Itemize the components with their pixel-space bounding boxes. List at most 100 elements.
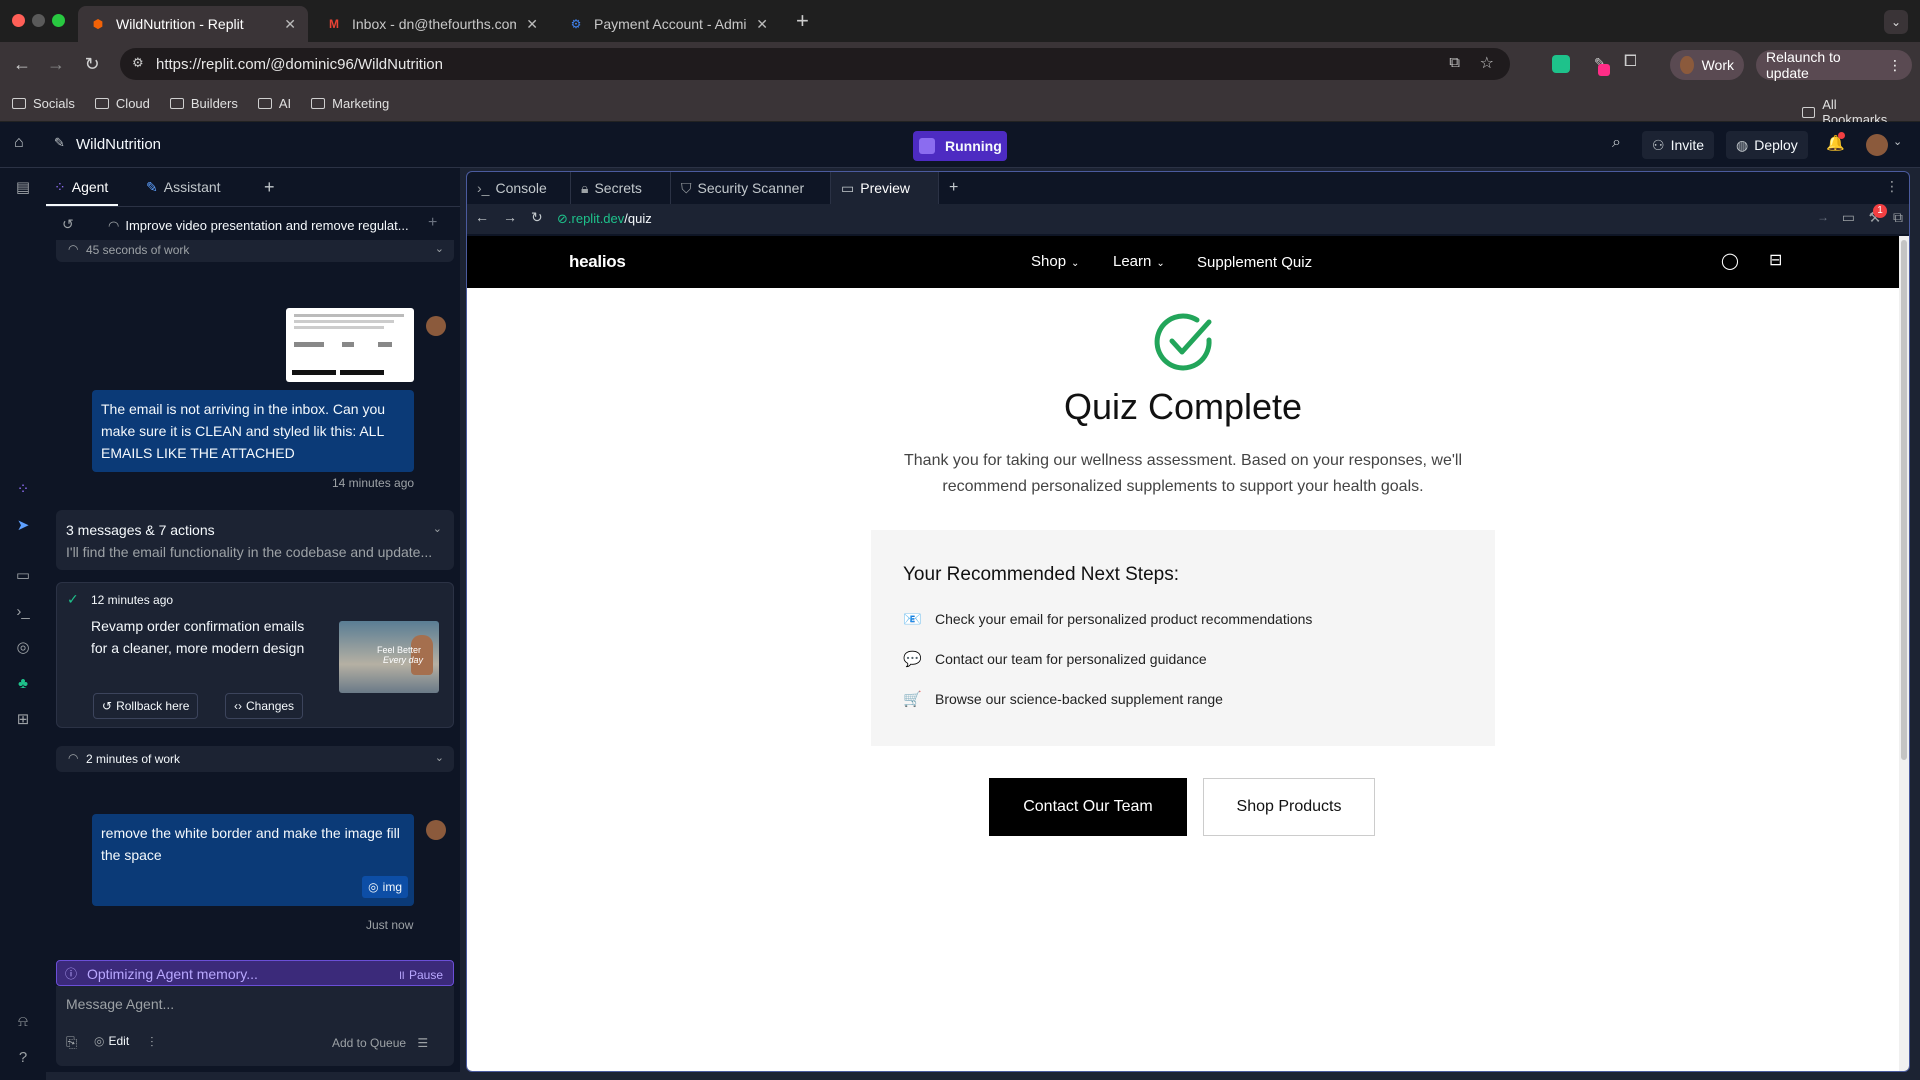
tab-security-scanner[interactable]: ⛉ Security Scanner	[671, 172, 831, 204]
tab-search-button[interactable]: ⌄	[1884, 10, 1908, 34]
new-workspace-tab-button[interactable]: +	[939, 172, 979, 204]
forward-arrow-icon[interactable]: →	[503, 209, 517, 225]
new-thread-button[interactable]: +	[428, 214, 437, 232]
queue-icon: ☰	[417, 1036, 429, 1050]
work-summary[interactable]: ◠ 2 minutes of work ⌄	[56, 746, 454, 772]
preview-toolbar: ← → ↻ ⊘.replit.dev/quiz → ▭ ⚒ 1 ⧉	[467, 204, 1909, 234]
bookmark-folder-socials[interactable]: Socials	[12, 96, 75, 111]
apps-grid-icon[interactable]: ⊞	[12, 708, 34, 730]
edit-button[interactable]: ◎ Edit	[94, 1034, 129, 1048]
shop-products-button[interactable]: Shop Products	[1203, 778, 1375, 836]
message-input[interactable]: Message Agent...	[66, 996, 446, 1012]
maximize-window-button[interactable]	[52, 14, 65, 27]
attachment-label: img	[382, 880, 402, 894]
chat-icon[interactable]: ◯	[1721, 251, 1739, 271]
user-avatar[interactable]	[1866, 134, 1888, 156]
work-summary[interactable]: ◠ 45 seconds of work ⌄	[56, 240, 454, 262]
address-bar[interactable]: ⚙ https://replit.com/@dominic96/WildNutr…	[120, 48, 1510, 80]
minimize-window-button[interactable]	[32, 14, 45, 27]
reload-icon[interactable]: ↻	[80, 52, 104, 76]
nav-shop[interactable]: Shop ⌄	[1031, 253, 1079, 270]
new-panel-tab-button[interactable]: +	[264, 174, 275, 200]
back-arrow-icon[interactable]: ←	[475, 209, 489, 225]
tab-secrets[interactable]: 🔒︎ Secrets	[571, 172, 671, 204]
changes-button[interactable]: ‹› Changes	[225, 693, 304, 719]
go-arrow-icon[interactable]: →	[1817, 210, 1829, 224]
extensions-puzzle-icon[interactable]: ⧠	[1624, 53, 1637, 71]
console-icon[interactable]: ›_	[12, 600, 34, 622]
browser-tab-replit[interactable]: ⬢ WildNutrition - Replit ✕	[78, 6, 308, 42]
checkpoint-thumbnail[interactable]: Feel Better Every day	[339, 621, 439, 693]
chevron-down-icon[interactable]: ⌄	[1893, 135, 1902, 148]
preview-url[interactable]: ⊘.replit.dev/quiz	[557, 211, 652, 227]
forward-arrow-icon[interactable]: →	[44, 52, 68, 76]
add-to-queue-button[interactable]: Add to Queue ☰	[332, 1036, 428, 1050]
cart-icon[interactable]: ⊟	[1769, 250, 1782, 270]
bookmark-star-icon[interactable]: ☆	[1480, 53, 1494, 73]
home-icon[interactable]: ⌂	[14, 134, 24, 152]
panel-divider	[46, 206, 460, 207]
run-status-button[interactable]: Running	[913, 131, 1007, 161]
browser-tab-gmail[interactable]: M Inbox - dn@thefourths.com - ✕	[314, 6, 550, 42]
nav-learn[interactable]: Learn ⌄	[1113, 253, 1165, 270]
relaunch-button[interactable]: Relaunch to update ⋮	[1756, 49, 1912, 81]
site-logo[interactable]: healios	[569, 252, 626, 272]
pause-button[interactable]: ॥ Pause	[398, 966, 443, 983]
tab-assistant[interactable]: ✎ Assistant	[146, 174, 221, 200]
tab-preview[interactable]: ▭ Preview	[831, 172, 939, 204]
image-attachment-chip[interactable]: ◎ img	[362, 876, 408, 898]
devices-icon[interactable]: ▭	[1842, 209, 1855, 226]
thread-icon: ◠	[108, 218, 120, 233]
thread-title[interactable]: ◠ Improve video presentation and remove r…	[108, 218, 409, 234]
preview-scrollbar[interactable]	[1899, 236, 1909, 1071]
console-icon: ›_	[477, 180, 490, 196]
assistant-icon[interactable]: ➤	[12, 514, 34, 536]
nav-supplement-quiz[interactable]: Supplement Quiz	[1197, 254, 1312, 271]
close-tab-icon[interactable]: ✕	[284, 16, 296, 33]
edit-icon: ◎	[94, 1034, 105, 1048]
install-app-icon[interactable]: ⧉	[1449, 54, 1460, 71]
rollback-icon: ↺	[102, 699, 113, 713]
bookmark-folder-marketing[interactable]: Marketing	[311, 96, 389, 111]
rollback-button[interactable]: ↺ Rollback here	[93, 693, 199, 719]
step-item: 📧 Check your email for personalized produ…	[903, 610, 1312, 628]
close-tab-icon[interactable]: ✕	[526, 16, 538, 33]
settings-sliders-icon[interactable]: ⫶	[150, 1034, 154, 1051]
tab-console[interactable]: ›_ Console	[467, 172, 571, 204]
actions-summary[interactable]: 3 messages & 7 actions ⌄ I'll find the e…	[56, 510, 454, 570]
bookmark-folder-ai[interactable]: AI	[257, 96, 291, 111]
site-settings-icon[interactable]: ⚙	[132, 55, 144, 71]
extension-icon-green[interactable]	[1552, 55, 1570, 73]
help-icon[interactable]: ?	[12, 1046, 34, 1068]
more-vertical-icon: ⋮	[1888, 56, 1902, 73]
attach-paperclip-icon[interactable]: ⎘	[66, 1034, 77, 1051]
site-navbar: healios Shop ⌄ Learn ⌄ Supplement Quiz ◯ ⊟	[467, 236, 1899, 288]
deploy-button[interactable]: ◍ Deploy	[1726, 131, 1808, 159]
history-icon[interactable]: ↺	[62, 216, 74, 233]
open-new-window-icon[interactable]: ⧉	[1893, 209, 1903, 226]
close-window-button[interactable]	[12, 14, 25, 27]
back-arrow-icon[interactable]: ←	[10, 52, 34, 76]
bookmark-folder-cloud[interactable]: Cloud	[94, 96, 150, 111]
browser-tab-payment[interactable]: ⚙ Payment Account - Admin Co ✕	[556, 6, 780, 42]
contact-team-button[interactable]: Contact Our Team	[989, 778, 1187, 836]
invite-button[interactable]: ⚇ Invite	[1642, 131, 1715, 159]
preview-monitor-icon[interactable]: ▭	[12, 564, 34, 586]
project-name[interactable]: WildNutrition	[76, 136, 161, 153]
tab-agent[interactable]: ⁘ Agent	[54, 174, 108, 200]
bell-icon[interactable]: ⍾	[12, 1010, 34, 1032]
search-icon[interactable]: ⌕	[1612, 134, 1621, 152]
close-tab-icon[interactable]: ✕	[756, 16, 768, 33]
new-tab-button[interactable]: +	[796, 8, 809, 34]
attached-email-screenshot[interactable]	[286, 308, 414, 382]
more-vertical-icon[interactable]: ⋮	[1885, 178, 1899, 195]
bookmark-folder-builders[interactable]: Builders	[169, 96, 238, 111]
agent-grid-icon[interactable]: ⁘	[12, 478, 34, 500]
database-icon[interactable]: ◎	[12, 636, 34, 658]
reload-icon[interactable]: ↻	[531, 209, 543, 226]
nav-label: Shop	[1031, 253, 1067, 270]
profile-button[interactable]: Work	[1670, 50, 1744, 80]
deploy-tree-icon[interactable]: ♣	[12, 672, 34, 694]
tab-label: Security Scanner	[697, 180, 805, 196]
files-icon[interactable]: ▤	[12, 176, 34, 198]
